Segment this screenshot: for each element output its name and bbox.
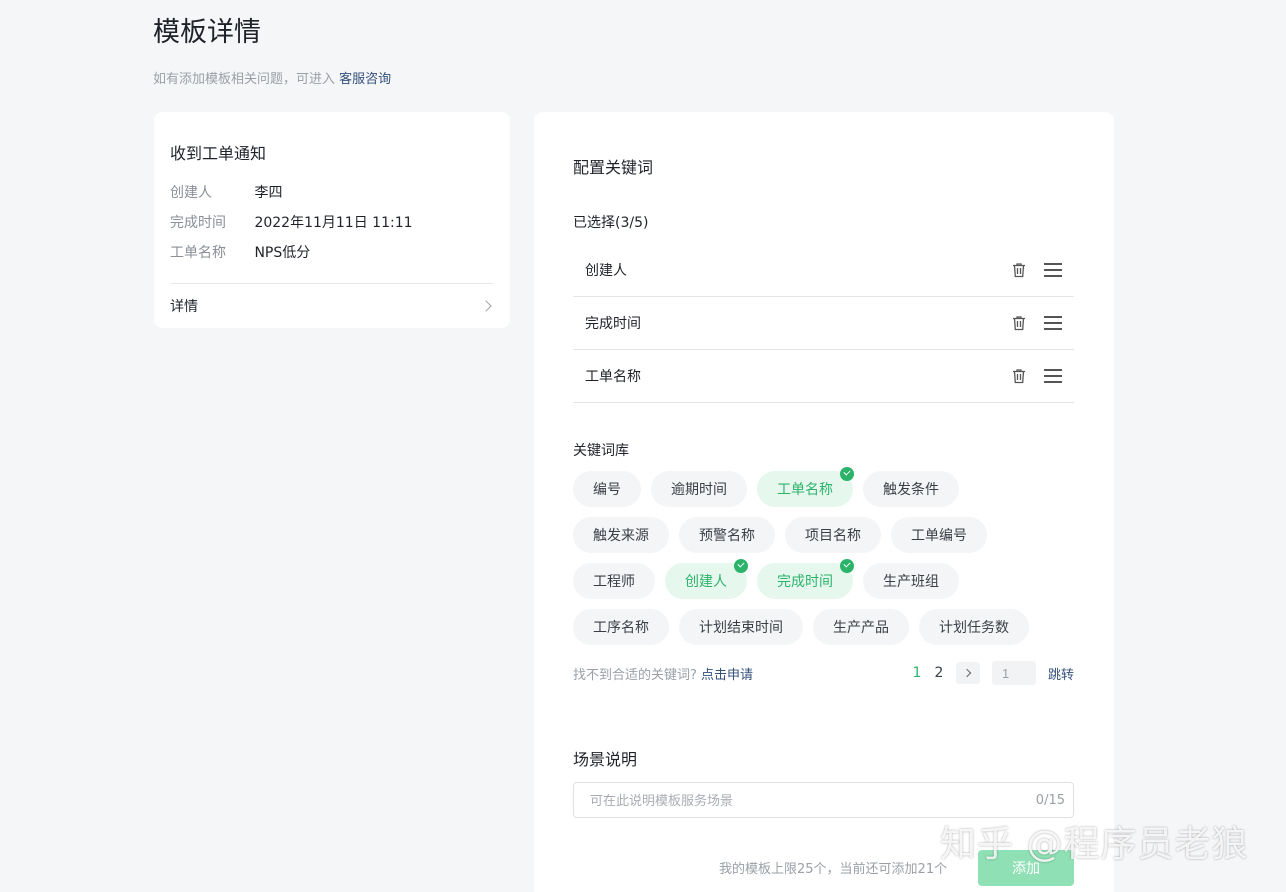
tag-label: 完成时间 <box>777 574 833 590</box>
keyword-tag[interactable]: 计划结束时间 <box>679 609 803 645</box>
tag-label: 工单编号 <box>911 528 967 544</box>
keyword-tag[interactable]: 工程师 <box>573 563 655 599</box>
tag-label: 工程师 <box>593 574 635 590</box>
check-icon <box>840 467 854 481</box>
keyword-tag[interactable]: 触发来源 <box>573 517 669 553</box>
page-2-button[interactable]: 2 <box>934 665 944 681</box>
check-icon <box>840 559 854 573</box>
tag-label: 生产班组 <box>883 574 939 590</box>
drag-handle-icon[interactable] <box>1044 369 1062 383</box>
keyword-tag[interactable]: 项目名称 <box>785 517 881 553</box>
trash-icon[interactable] <box>1010 314 1028 332</box>
keyword-library: 编号 逾期时间 工单名称 触发条件 触发来源 预警名称 项目名称 工单编号 工程… <box>573 467 1093 655</box>
chevron-right-icon <box>480 300 492 312</box>
scene-description-field: 0/15 <box>573 782 1074 818</box>
tag-label: 预警名称 <box>699 528 755 544</box>
page-subtitle: 如有添加模板相关问题，可进入 客服咨询 <box>153 68 391 87</box>
pagination: 1 2 跳转 <box>912 661 1074 685</box>
apply-hint: 找不到合适的关键词? 点击申请 <box>573 664 753 683</box>
tag-label: 计划任务数 <box>939 620 1009 636</box>
keyword-tag[interactable]: 预警名称 <box>679 517 775 553</box>
selected-keyword-label: 创建人 <box>585 263 627 279</box>
keyword-tag[interactable]: 生产产品 <box>813 609 909 645</box>
divider <box>170 283 494 284</box>
info-key: 创建人 <box>170 185 212 201</box>
details-label: 详情 <box>170 299 198 315</box>
keyword-tag[interactable]: 工单名称 <box>757 467 854 507</box>
check-icon <box>734 559 748 573</box>
customer-service-link[interactable]: 客服咨询 <box>339 72 391 87</box>
keyword-tag[interactable]: 编号 <box>573 471 641 507</box>
subtitle-text: 如有添加模板相关问题，可进入 <box>153 72 336 87</box>
selected-keyword-item: 创建人 <box>573 244 1074 297</box>
char-counter: 0/15 <box>1035 792 1065 808</box>
keyword-tag[interactable]: 计划任务数 <box>919 609 1029 645</box>
template-preview-card: 收到工单通知 创建人 李四 完成时间 2022年11月11日 11:11 工单名… <box>154 112 510 328</box>
drag-handle-icon[interactable] <box>1044 316 1062 330</box>
preview-title: 收到工单通知 <box>170 144 267 163</box>
info-value: NPS低分 <box>254 245 311 261</box>
tag-label: 生产产品 <box>833 620 889 636</box>
page-title: 模板详情 <box>153 17 261 48</box>
keyword-tag[interactable]: 创建人 <box>665 559 748 599</box>
trash-icon[interactable] <box>1010 367 1028 385</box>
next-page-button[interactable] <box>955 662 980 684</box>
template-limit-text: 我的模板上限25个，当前还可添加21个 <box>719 862 948 877</box>
info-value: 李四 <box>254 185 283 201</box>
selected-count-label: 已选择(3/5) <box>573 215 649 231</box>
selected-keyword-item: 工单名称 <box>573 350 1074 403</box>
tag-label: 工单名称 <box>777 482 833 498</box>
tag-label: 编号 <box>593 482 621 498</box>
keyword-library-label: 关键词库 <box>573 443 629 459</box>
page-jump-input[interactable] <box>991 661 1036 685</box>
tag-label: 计划结束时间 <box>699 620 783 636</box>
keyword-tag[interactable]: 生产班组 <box>863 563 959 599</box>
keyword-config-card: 配置关键词 已选择(3/5) 创建人 完成时间 工单名称 关键词库 编号 逾期时… <box>534 112 1114 892</box>
selected-keyword-item: 完成时间 <box>573 297 1074 350</box>
tag-label: 创建人 <box>685 574 727 590</box>
drag-handle-icon[interactable] <box>1044 263 1062 277</box>
keyword-tag[interactable]: 逾期时间 <box>651 471 747 507</box>
tag-label: 触发来源 <box>593 528 649 544</box>
jump-button[interactable]: 跳转 <box>1048 664 1074 683</box>
info-value: 2022年11月11日 11:11 <box>254 215 413 231</box>
keyword-tag[interactable]: 工序名称 <box>573 609 669 645</box>
page-1-button[interactable]: 1 <box>912 665 922 681</box>
keyword-tag[interactable]: 完成时间 <box>757 559 854 599</box>
info-row: 工单名称 NPS低分 <box>170 242 310 262</box>
tag-label: 逾期时间 <box>671 482 727 498</box>
selected-keywords-list: 创建人 完成时间 工单名称 <box>573 244 1074 403</box>
tag-label: 项目名称 <box>805 528 861 544</box>
apply-keyword-link[interactable]: 点击申请 <box>701 668 753 683</box>
chevron-right-icon <box>962 668 972 678</box>
info-key: 完成时间 <box>170 215 226 231</box>
selected-keyword-label: 工单名称 <box>585 369 641 385</box>
details-link[interactable]: 详情 <box>170 296 494 316</box>
tag-label: 触发条件 <box>883 482 939 498</box>
selected-keyword-label: 完成时间 <box>585 316 641 332</box>
trash-icon[interactable] <box>1010 261 1028 279</box>
scene-description-input[interactable] <box>590 792 990 808</box>
library-footer: 找不到合适的关键词? 点击申请 1 2 跳转 <box>573 661 1074 685</box>
tag-label: 工序名称 <box>593 620 649 636</box>
watermark: 知乎 @程序员老狼 <box>940 824 1249 865</box>
keyword-tag[interactable]: 工单编号 <box>891 517 987 553</box>
scene-title: 场景说明 <box>573 750 638 769</box>
info-row: 创建人 李四 <box>170 182 282 202</box>
info-row: 完成时间 2022年11月11日 11:11 <box>170 212 413 232</box>
info-key: 工单名称 <box>170 245 226 261</box>
hint-text: 找不到合适的关键词? <box>573 667 697 683</box>
keyword-tag[interactable]: 触发条件 <box>863 471 959 507</box>
config-title: 配置关键词 <box>573 158 654 177</box>
